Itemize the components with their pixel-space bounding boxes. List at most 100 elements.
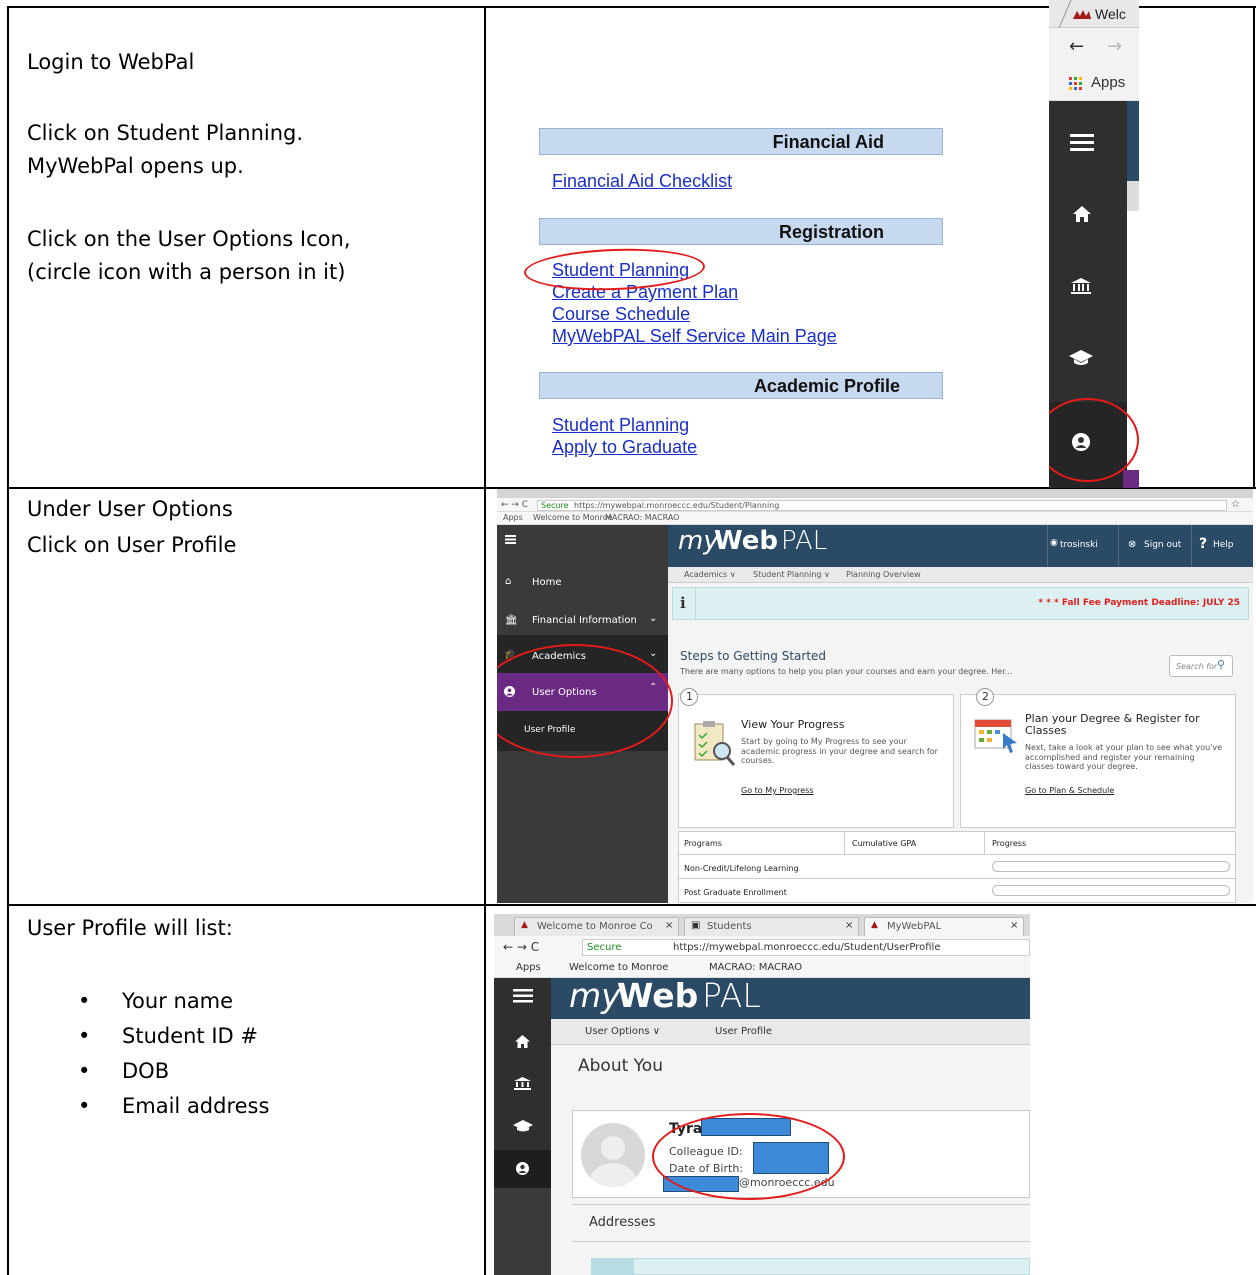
bookmark-macrao[interactable]: MACRAO: MACRAO [709, 962, 802, 973]
tab-title: Welc [1095, 6, 1126, 22]
nav-buttons-icon[interactable]: ← → C [503, 940, 539, 954]
close-icon[interactable]: × [665, 920, 673, 931]
close-icon[interactable]: × [1010, 920, 1018, 931]
tab-edge-icon [1059, 0, 1072, 28]
address-card [591, 1258, 1030, 1275]
card2-number-badge: 2 [976, 688, 994, 706]
link-apply-graduate[interactable]: Apply to Graduate [552, 437, 697, 458]
sidebar-item-financial-information[interactable]: Financial Information [532, 615, 637, 626]
forward-arrow-icon[interactable]: → [1107, 36, 1122, 57]
search-icon[interactable]: ⚲ [1217, 658, 1225, 671]
close-icon[interactable]: × [845, 920, 853, 931]
breadcrumb-academics[interactable]: Academics ∨ [684, 570, 736, 579]
search-box[interactable]: Search for ⚲ [1169, 655, 1233, 677]
home-icon[interactable]: ⌂ [505, 576, 511, 587]
header-divider-2 [1118, 525, 1119, 567]
bookmarks-bar-3: Apps Welcome to Monroe MACRAO: MACRAO [494, 958, 1030, 978]
browser-tab-students[interactable]: ▣ Students × [684, 917, 859, 936]
logo-my: my [678, 526, 719, 556]
link-student-planning-2[interactable]: Student Planning [552, 415, 689, 436]
monroe-logo-icon: ▲ [871, 920, 878, 930]
section-registration: Registration [539, 218, 943, 245]
card2-title: Plan your Degree & Register for Classes [1025, 712, 1200, 737]
purple-edge [1123, 470, 1139, 488]
col-progress: Progress [992, 839, 1027, 848]
browser-nav-bar: ← → [1049, 28, 1139, 66]
logo-pal: PAL [781, 526, 828, 556]
step-user-options-desc: (circle icon with a person in it) [27, 260, 346, 284]
list-item-email: Email address [122, 1094, 270, 1118]
step-login: Login to WebPal [27, 50, 195, 74]
step-user-options-icon: Click on the User Options Icon, [27, 227, 351, 251]
breadcrumb-user-profile: User Profile [715, 1026, 773, 1037]
hamburger-menu-icon[interactable] [1070, 134, 1094, 152]
bank-icon[interactable]: 🏛 [505, 615, 518, 626]
hamburger-icon[interactable] [505, 535, 516, 544]
secure-badge: Secure [541, 501, 569, 510]
hamburger-icon[interactable] [513, 989, 533, 1003]
list-item-student-id: Student ID # [122, 1024, 258, 1048]
bookmark-macrao[interactable]: MACRAO: MACRAO [605, 513, 679, 522]
chevron-down-icon-2[interactable]: ⌄ [649, 648, 657, 659]
home-icon[interactable] [515, 1035, 530, 1048]
browser-tab[interactable]: Welc [1049, 0, 1139, 28]
card-plan-degree: 2 Plan your Degree & Register for Classe… [960, 688, 1236, 828]
search-placeholder: Search for [1176, 662, 1218, 671]
user-name[interactable]: trosinski [1060, 540, 1098, 550]
link-course-schedule[interactable]: Course Schedule [552, 304, 690, 325]
bookmarks-bar: Apps [1049, 66, 1139, 101]
table-row-divider-2 [7, 904, 1256, 906]
instruction-table: Login to WebPal Click on Student Plannin… [0, 0, 1256, 1275]
sign-out-link[interactable]: Sign out [1144, 540, 1181, 550]
url-field[interactable]: Secure https://mywebpal.monroeccc.edu/St… [537, 500, 1227, 511]
apps-label[interactable]: Apps [1091, 74, 1125, 91]
bank-icon[interactable] [514, 1077, 531, 1090]
graduation-cap-icon[interactable] [1069, 350, 1093, 366]
go-to-plan-schedule-link[interactable]: Go to Plan & Schedule [1025, 786, 1114, 795]
bookmark-monroe[interactable]: Welcome to Monroe [569, 962, 668, 973]
home-icon[interactable] [1073, 206, 1091, 222]
bank-icon[interactable] [1071, 278, 1091, 294]
sidebar-item-home[interactable]: Home [532, 577, 562, 588]
link-financial-aid-checklist[interactable]: Financial Aid Checklist [552, 171, 732, 192]
browser-tabs-strip [497, 489, 1253, 498]
link-self-service-main[interactable]: MyWebPAL Self Service Main Page [552, 326, 837, 347]
header-divider-3 [1191, 525, 1192, 567]
url-field[interactable]: Secure https://mywebpal.monroeccc.edu/St… [582, 939, 1030, 956]
list-item-dob: DOB [122, 1059, 170, 1083]
browser-tab-mywebpal[interactable]: ▲ MyWebPAL × [864, 917, 1024, 936]
breadcrumb-student-planning[interactable]: Student Planning ∨ [753, 570, 830, 579]
user-profile-intro: User Profile will list: [27, 916, 233, 940]
go-to-my-progress-link[interactable]: Go to My Progress [741, 786, 814, 795]
program-name: Post Graduate Enrollment [684, 888, 787, 897]
nav-buttons-icon[interactable]: ← → C [501, 500, 528, 510]
breadcrumb: Academics ∨ Student Planning ∨ Planning … [668, 567, 1253, 583]
planning-page-screenshot: ← → C Secure https://mywebpal.monroeccc.… [497, 489, 1253, 903]
logo-my: my [569, 976, 621, 1015]
card-view-progress: 1 View Your Progress Start by going to M… [678, 688, 954, 828]
back-arrow-icon[interactable]: ← [1069, 36, 1084, 57]
fee-deadline-notice: * * * Fall Fee Payment Deadline: JULY 25 [1038, 598, 1240, 608]
bookmark-apps[interactable]: Apps [503, 513, 523, 522]
graduation-cap-icon[interactable] [513, 1120, 533, 1133]
user-small-icon: ◉ [1050, 538, 1058, 548]
help-link[interactable]: Help [1213, 540, 1234, 550]
help-icon[interactable]: ? [1199, 536, 1207, 552]
chevron-down-icon[interactable]: ⌄ [649, 613, 657, 624]
about-you-title: About You [578, 1056, 663, 1076]
star-icon[interactable]: ☆ [1231, 499, 1240, 510]
breadcrumb-user-options[interactable]: User Options ∨ [585, 1026, 660, 1037]
table-border-left [7, 6, 9, 1275]
sign-out-icon[interactable]: ⊗ [1128, 539, 1136, 550]
bookmark-apps[interactable]: Apps [516, 962, 541, 973]
bookmark-monroe[interactable]: Welcome to Monroe [533, 513, 613, 522]
bullet-icon: • [78, 1094, 91, 1118]
address-bar-row: ← → C Secure https://mywebpal.monroeccc.… [497, 498, 1253, 512]
user-circle-icon[interactable] [516, 1162, 529, 1175]
addresses-title: Addresses [589, 1215, 656, 1230]
browser-tab-monroe[interactable]: ▲ Welcome to Monroe Co × [514, 917, 679, 936]
header-divider [1047, 525, 1048, 567]
notice-divider [695, 588, 696, 619]
apps-grid-icon[interactable] [1069, 77, 1083, 91]
card1-body: Start by going to My Progress to see you… [741, 737, 938, 766]
